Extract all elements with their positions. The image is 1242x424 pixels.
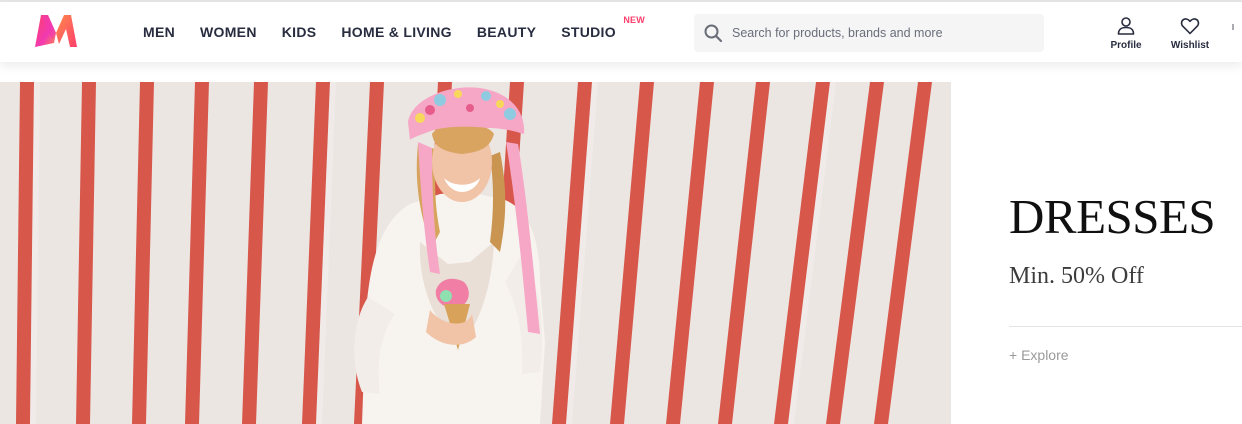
bag-button[interactable]	[1232, 16, 1242, 36]
nav-kids[interactable]: KIDS	[282, 24, 317, 40]
search-icon[interactable]	[703, 23, 723, 43]
nav-home-living[interactable]: HOME & LIVING	[341, 24, 451, 40]
promo-panel: DRESSES Min. 50% Off + Explore	[951, 82, 1242, 424]
promo-title: DRESSES	[1009, 189, 1216, 244]
wishlist-button[interactable]: Wishlist	[1166, 16, 1214, 51]
bag-icon	[1232, 24, 1234, 30]
wishlist-label: Wishlist	[1170, 40, 1210, 51]
new-badge: NEW	[623, 15, 645, 25]
profile-icon	[1117, 17, 1135, 35]
heart-icon	[1180, 18, 1200, 35]
nav-studio[interactable]: STUDIO NEW	[561, 15, 645, 40]
explore-link[interactable]: + Explore	[1009, 347, 1069, 363]
profile-button[interactable]: Profile	[1108, 16, 1144, 51]
main-nav: MEN WOMEN KIDS HOME & LIVING BEAUTY STUD…	[143, 2, 645, 62]
nav-beauty[interactable]: BEAUTY	[477, 24, 536, 40]
nav-women[interactable]: WOMEN	[200, 24, 257, 40]
promo-subtitle: Min. 50% Off	[1009, 263, 1144, 289]
promo-divider	[1009, 326, 1242, 327]
search-input[interactable]	[732, 26, 1044, 40]
nav-men[interactable]: MEN	[143, 24, 175, 40]
site-header: MEN WOMEN KIDS HOME & LIVING BEAUTY STUD…	[0, 2, 1242, 62]
search-bar	[694, 14, 1044, 52]
myntra-logo[interactable]	[32, 13, 80, 49]
profile-label: Profile	[1110, 40, 1142, 51]
hero-photo	[0, 82, 951, 424]
hero-image[interactable]	[0, 82, 951, 424]
